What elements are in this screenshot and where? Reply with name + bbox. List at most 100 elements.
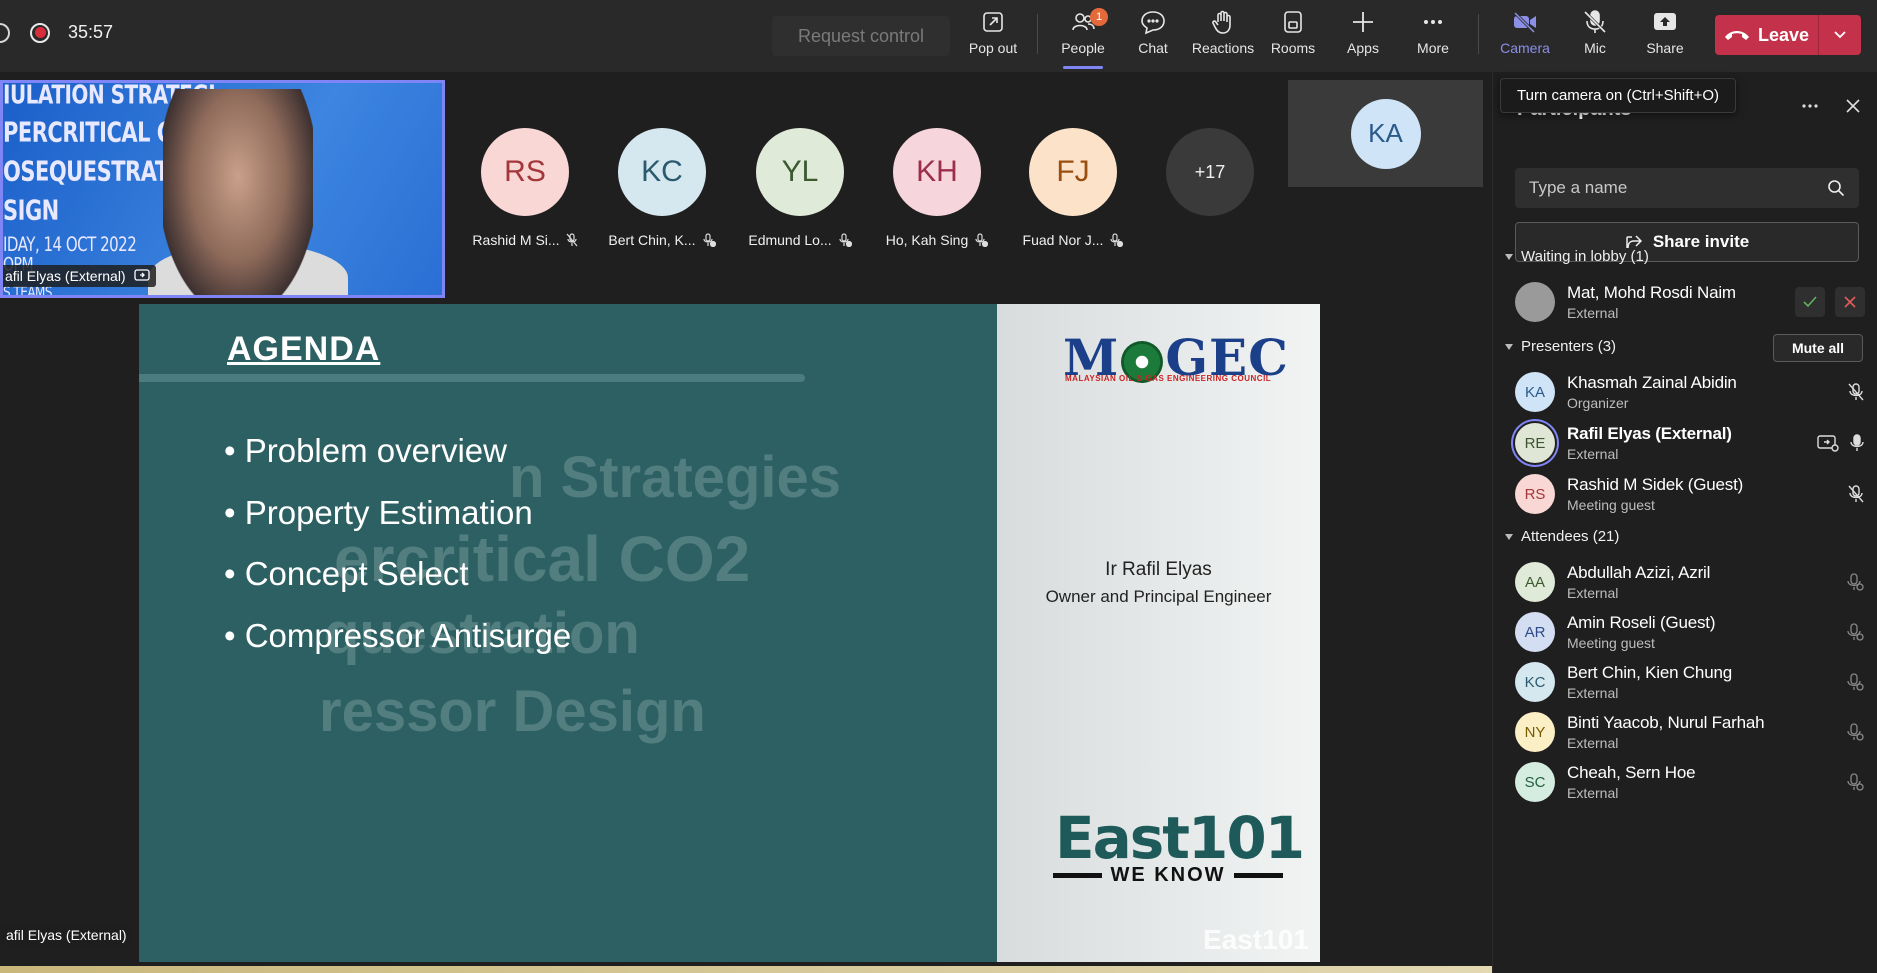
participant-role: External xyxy=(1567,785,1619,801)
admit-button[interactable] xyxy=(1795,287,1825,317)
mic-muted-icon xyxy=(702,233,716,247)
participant-info: Rashid M Sidek (Guest) Meeting guest xyxy=(1567,475,1847,513)
more-label: More xyxy=(1417,40,1449,56)
share-label: Share xyxy=(1646,40,1684,56)
avatar: AA xyxy=(1515,562,1555,602)
participant-info: Abdullah Azizi, Azril External xyxy=(1567,563,1845,601)
sharing-icon xyxy=(133,269,150,281)
avatar: KA xyxy=(1515,372,1555,412)
share-button[interactable]: Share xyxy=(1630,8,1700,64)
chevron-down-icon xyxy=(1834,31,1846,39)
attendee-participant[interactable]: NY Binti Yaacob, Nurul Farhah External xyxy=(1515,706,1865,758)
chat-button[interactable]: Chat xyxy=(1118,8,1188,64)
people-button[interactable]: 1 People xyxy=(1048,8,1118,64)
avatar: KC xyxy=(1515,662,1555,702)
attendee-participant[interactable]: AA Abdullah Azizi, Azril External xyxy=(1515,556,1865,608)
attendee-participant[interactable]: SC Cheah, Sern Hoe External xyxy=(1515,756,1865,808)
reactions-button[interactable]: Reactions xyxy=(1188,8,1258,64)
camera-label: Camera xyxy=(1500,40,1550,56)
participant-label: Edmund Lo... xyxy=(748,232,852,248)
mic-disabled-icon xyxy=(1847,573,1864,591)
attendees-section-toggle[interactable]: Attendees (21) xyxy=(1505,528,1619,545)
lobby-actions xyxy=(1795,287,1865,317)
mic-disabled-icon xyxy=(1847,773,1864,791)
slide-bullet: • Concept Select xyxy=(224,555,469,592)
camera-tooltip: Turn camera on (Ctrl+Shift+O) xyxy=(1500,78,1737,113)
gallery-participant[interactable]: YL Edmund Lo... xyxy=(740,128,860,248)
mute-all-button[interactable]: Mute all xyxy=(1773,334,1863,362)
leave-main[interactable]: Leave xyxy=(1715,25,1818,46)
panel-actions xyxy=(1801,98,1861,114)
meeting-status: 35:57 xyxy=(0,22,113,43)
mic-label: Mic xyxy=(1584,40,1606,56)
deny-button[interactable] xyxy=(1835,287,1865,317)
slide-ghost-text: n Strategies xyxy=(509,445,841,510)
participant-role: External xyxy=(1567,735,1619,751)
popout-label: Pop out xyxy=(968,40,1018,56)
leave-options-button[interactable] xyxy=(1819,30,1861,40)
tagline-rule xyxy=(1053,873,1103,878)
camera-off-icon xyxy=(1512,10,1537,35)
apps-button[interactable]: Apps xyxy=(1328,8,1398,64)
participant-status xyxy=(1817,433,1865,453)
close-icon xyxy=(1844,296,1856,308)
gallery-participant[interactable]: FJ Fuad Nor J... xyxy=(1013,128,1133,248)
gallery-overflow[interactable]: +17 xyxy=(1150,128,1270,216)
presenter-participant[interactable]: RE Rafil Elyas (External) External xyxy=(1515,417,1865,469)
caret-down-icon xyxy=(1505,343,1513,350)
participant-info: Rafil Elyas (External) External xyxy=(1567,424,1817,462)
mic-button[interactable]: Mic xyxy=(1560,8,1630,64)
presenters-section-toggle[interactable]: Presenters (3) xyxy=(1505,338,1616,355)
apps-label: Apps xyxy=(1347,40,1379,56)
attendee-participant[interactable]: AR Amin Roseli (Guest) Meeting guest xyxy=(1515,606,1865,658)
participant-info: Amin Roseli (Guest) Meeting guest xyxy=(1567,613,1845,651)
people-badge: 1 xyxy=(1090,8,1108,26)
lobby-section-toggle[interactable]: Waiting in lobby (1) xyxy=(1505,248,1649,265)
rooms-button[interactable]: Rooms xyxy=(1258,8,1328,64)
video-name-tag: afil Elyas (External) xyxy=(3,265,156,287)
avatar xyxy=(1515,282,1555,322)
avatar: RE xyxy=(1515,423,1555,463)
presenter-video-tile[interactable]: IULATION STRATEGI PERCRITICAL CO2 OSEQUE… xyxy=(0,80,445,298)
attendee-participant[interactable]: KC Bert Chin, Kien Chung External xyxy=(1515,656,1865,708)
participant-name: Edmund Lo... xyxy=(748,232,832,248)
caret-down-icon xyxy=(1505,533,1513,540)
gallery-participant[interactable]: KC Bert Chin, K... xyxy=(602,128,722,248)
request-control-button[interactable]: Request control xyxy=(772,16,950,56)
lobby-participant[interactable]: Mat, Mohd Rosdi Naim External xyxy=(1515,276,1865,328)
people-active-indicator xyxy=(1063,66,1103,69)
participant-name: Rafil Elyas (External) xyxy=(1567,424,1732,443)
more-icon xyxy=(1424,20,1442,24)
close-icon[interactable] xyxy=(1845,98,1861,114)
participant-avatar: KH xyxy=(893,128,981,216)
toolbar-divider xyxy=(1037,14,1038,54)
ka-video-tile[interactable]: KA xyxy=(1288,80,1483,187)
participant-name: Fuad Nor J... xyxy=(1022,232,1104,248)
mic-off-icon xyxy=(1583,10,1607,34)
caret-down-icon xyxy=(1505,253,1513,260)
camera-button[interactable]: Camera xyxy=(1490,8,1560,64)
meeting-toolbar: 35:57 Request control Pop out 1 People C… xyxy=(0,0,1877,72)
presenter-participant[interactable]: KA Khasmah Zainal Abidin Organizer xyxy=(1515,366,1865,418)
participant-info: Cheah, Sern Hoe External xyxy=(1567,763,1845,801)
mic-muted-icon xyxy=(1848,383,1864,401)
shield-icon xyxy=(0,22,10,43)
participant-label: Fuad Nor J... xyxy=(1023,232,1124,248)
participant-role: External xyxy=(1567,585,1619,601)
presenter-participant[interactable]: RS Rashid M Sidek (Guest) Meeting guest xyxy=(1515,468,1865,520)
gallery-participant[interactable]: KH Ho, Kah Sing xyxy=(877,128,997,248)
participant-search[interactable] xyxy=(1515,168,1859,208)
participant-name: Mat, Mohd Rosdi Naim xyxy=(1567,283,1736,302)
avatar: AR xyxy=(1515,612,1555,652)
search-input[interactable] xyxy=(1529,178,1809,198)
more-options-icon[interactable] xyxy=(1801,103,1819,109)
gallery-participant[interactable]: RS Rashid M Si... xyxy=(465,128,585,248)
participants-panel: Participants Share invite Waiting in lob… xyxy=(1492,72,1877,973)
popout-button[interactable]: Pop out xyxy=(958,8,1028,64)
participant-label: Bert Chin, K... xyxy=(608,232,716,248)
more-button[interactable]: More xyxy=(1398,8,1468,64)
participant-avatar: KC xyxy=(618,128,706,216)
participant-avatar: RS xyxy=(481,128,569,216)
search-icon xyxy=(1828,180,1845,197)
leave-button[interactable]: Leave xyxy=(1715,15,1861,55)
